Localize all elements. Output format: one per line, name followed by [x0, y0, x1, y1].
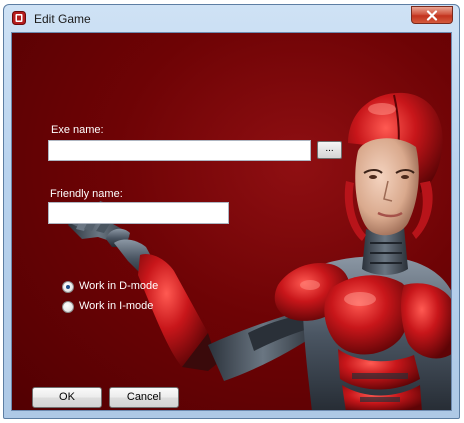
app-icon — [12, 11, 26, 25]
close-button[interactable] — [411, 6, 453, 24]
radio-button-i-mode[interactable] — [62, 301, 74, 313]
radio-label-i-mode: Work in I-mode — [79, 300, 154, 312]
dialog-client-area: Exe name: ... Friendly name: Work in D-m… — [11, 32, 452, 411]
browse-button[interactable]: ... — [317, 141, 342, 159]
exe-name-label: Exe name: — [51, 124, 104, 136]
window-title: Edit Game — [34, 12, 91, 26]
cancel-button[interactable]: Cancel — [109, 387, 179, 408]
close-icon — [426, 10, 438, 21]
exe-name-input[interactable] — [48, 140, 311, 161]
ok-button[interactable]: OK — [32, 387, 102, 408]
radio-selected-dot — [66, 285, 70, 289]
title-bar[interactable]: Edit Game — [4, 5, 459, 31]
edit-game-window: Edit Game Exe name: ... Friendly name: W… — [3, 4, 460, 419]
friendly-name-input[interactable] — [48, 202, 229, 224]
radio-button-d-mode[interactable] — [62, 281, 74, 293]
friendly-name-label: Friendly name: — [50, 188, 123, 200]
radio-label-d-mode: Work in D-mode — [79, 280, 159, 292]
